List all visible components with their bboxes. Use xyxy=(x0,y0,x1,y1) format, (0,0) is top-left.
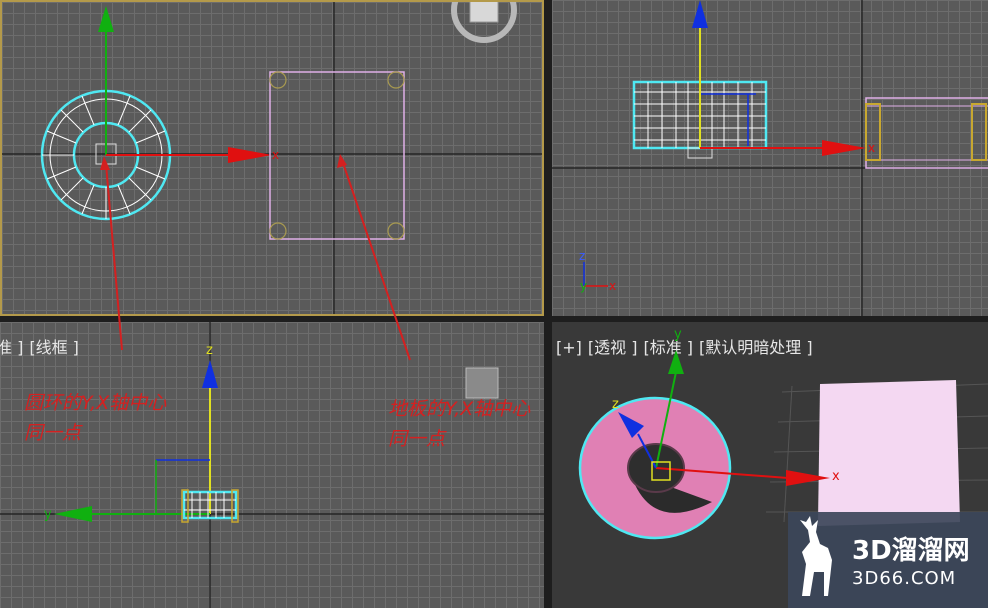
svg-text:x: x xyxy=(272,148,279,162)
viewport-top-scene: x xyxy=(2,2,542,314)
plane-top[interactable] xyxy=(269,71,405,240)
annotation-plane-line-2: 同一点 xyxy=(388,428,446,450)
svg-text:y: y xyxy=(580,279,587,293)
svg-text:x: x xyxy=(868,141,875,155)
svg-text:x: x xyxy=(609,279,616,293)
svg-text:y: y xyxy=(674,327,682,342)
axis-tripod-right: z y x xyxy=(579,249,616,293)
annotation-plane-line-1: 地板的Y,X轴中心 xyxy=(388,398,531,420)
svg-text:z: z xyxy=(206,343,213,358)
annotation-ring-line-2: 同一点 xyxy=(24,422,82,444)
plane-perspective[interactable] xyxy=(818,380,960,526)
svg-text:x: x xyxy=(832,469,840,484)
viewport-right-scene: x z y x xyxy=(552,0,988,316)
annotation-ring-line-1: 圆环的Y,X轴中心 xyxy=(24,392,167,414)
svg-text:z: z xyxy=(579,249,585,263)
viewcube-icon[interactable] xyxy=(451,2,517,43)
annotation-plane: 地板的Y,X轴中心 同一点 xyxy=(388,394,530,454)
watermark: 3D溜溜网 3D66.COM xyxy=(788,512,988,608)
viewport-front-scene: z y xyxy=(0,322,544,608)
annotation-ring: 圆环的Y,X轴中心 同一点 xyxy=(24,388,166,448)
svg-text:y: y xyxy=(44,507,52,522)
transform-gizmo-top[interactable]: x xyxy=(98,6,279,163)
viewport-front[interactable]: 准 ] [线框 ] z y xyxy=(0,322,544,608)
watermark-brand: 3D溜溜网 xyxy=(852,536,970,566)
svg-text:z: z xyxy=(612,397,619,412)
deer-logo-icon xyxy=(800,516,832,596)
viewport-top[interactable]: x xyxy=(0,0,544,316)
watermark-url: 3D66.COM xyxy=(852,568,957,589)
viewport-right[interactable]: x z y x xyxy=(552,0,988,316)
transform-gizmo-right[interactable]: x xyxy=(692,0,875,156)
plane-right[interactable] xyxy=(865,97,988,169)
